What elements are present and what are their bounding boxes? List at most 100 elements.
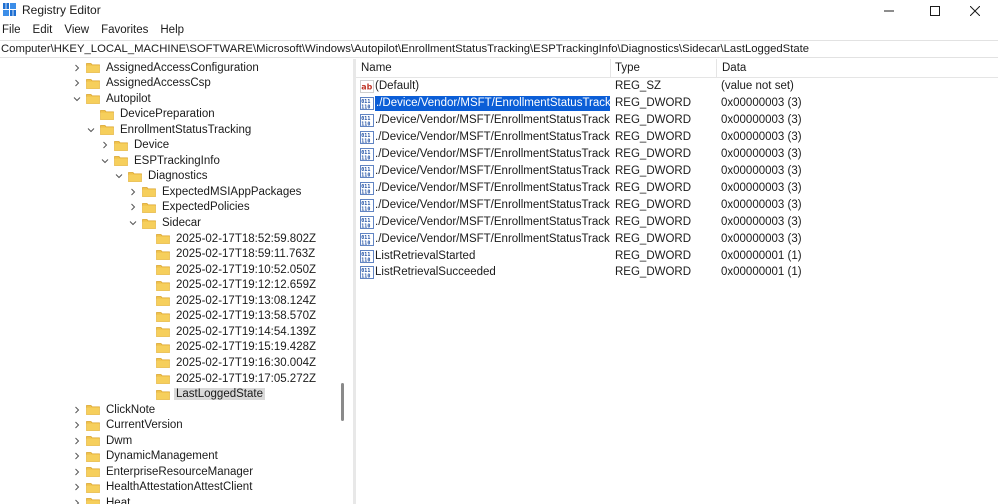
address-bar[interactable]: Computer\HKEY_LOCAL_MACHINE\SOFTWARE\Mic… bbox=[0, 40, 998, 58]
chevron-right-icon[interactable] bbox=[72, 467, 82, 477]
binary-value-icon: 011 110 bbox=[360, 198, 374, 212]
tree-node[interactable]: AssignedAccessConfiguration bbox=[72, 60, 261, 75]
value-type: REG_DWORD bbox=[615, 181, 692, 194]
tree-node[interactable]: 2025-02-17T19:17:05.272Z bbox=[142, 371, 318, 386]
chevron-right-icon[interactable] bbox=[72, 482, 82, 492]
tree-node[interactable]: 2025-02-17T19:15:19.428Z bbox=[142, 340, 318, 355]
folder-icon bbox=[86, 404, 100, 415]
value-row[interactable]: ab (Default) REG_SZ (value not set) bbox=[356, 78, 998, 95]
tree-node[interactable]: CurrentVersion bbox=[72, 418, 185, 433]
tree-node[interactable]: ESPTrackingInfo bbox=[100, 153, 222, 168]
menu-edit[interactable]: Edit bbox=[31, 22, 53, 40]
address-path[interactable]: Computer\HKEY_LOCAL_MACHINE\SOFTWARE\Mic… bbox=[1, 43, 809, 55]
chevron-right-icon[interactable] bbox=[72, 451, 82, 461]
value-type: REG_DWORD bbox=[615, 130, 692, 143]
tree-node[interactable]: HealthAttestationAttestClient bbox=[72, 480, 254, 495]
column-header-data[interactable]: Data bbox=[722, 62, 746, 74]
tree-node[interactable]: 2025-02-17T18:52:59.802Z bbox=[142, 231, 318, 246]
chevron-down-icon[interactable] bbox=[72, 94, 82, 104]
value-name: ./Device/Vendor/MSFT/EnrollmentStatusTra… bbox=[375, 113, 610, 126]
chevron-right-icon[interactable] bbox=[72, 436, 82, 446]
menu-view[interactable]: View bbox=[62, 22, 89, 40]
chevron-right-icon[interactable] bbox=[72, 405, 82, 415]
tree-node-label: AssignedAccessConfiguration bbox=[106, 61, 259, 74]
tree-node-label: 2025-02-17T18:52:59.802Z bbox=[176, 232, 317, 245]
value-row[interactable]: 011 110 ListRetrievalStarted REG_DWORD 0x000… bbox=[356, 248, 998, 265]
tree-node[interactable]: ClickNote bbox=[72, 402, 157, 417]
value-row[interactable]: 011 110 ./Device/Vendor/MSFT/EnrollmentSta… bbox=[356, 180, 998, 197]
tree-scrollbar-thumb[interactable] bbox=[341, 383, 344, 421]
tree-node-label: ClickNote bbox=[106, 403, 156, 416]
tree-node[interactable]: ExpectedMSIAppPackages bbox=[128, 184, 303, 199]
minimize-button[interactable] bbox=[866, 0, 912, 22]
tree-node-label: 2025-02-17T19:14:54.139Z bbox=[176, 325, 317, 338]
menu-help[interactable]: Help bbox=[158, 22, 184, 40]
value-row[interactable]: 011 110 ./Device/Vendor/MSFT/EnrollmentSta… bbox=[356, 129, 998, 146]
value-data: 0x00000003 (3) bbox=[721, 113, 802, 126]
chevron-down-icon[interactable] bbox=[128, 218, 138, 228]
value-data: 0x00000003 (3) bbox=[721, 96, 802, 109]
svg-text:110: 110 bbox=[361, 172, 370, 178]
tree-node[interactable]: ExpectedPolicies bbox=[128, 200, 252, 215]
tree-node[interactable]: LastLoggedState bbox=[142, 387, 265, 402]
chevron-right-icon[interactable] bbox=[128, 202, 138, 212]
tree-node[interactable]: Diagnostics bbox=[114, 169, 209, 184]
chevron-right-icon[interactable] bbox=[72, 498, 82, 504]
menu-favorites[interactable]: Favorites bbox=[99, 22, 148, 40]
values-list[interactable]: Name Type Data ab (Default) REG_SZ (value n… bbox=[356, 59, 998, 504]
chevron-right-icon[interactable] bbox=[72, 420, 82, 430]
menu-file[interactable]: File bbox=[0, 22, 21, 40]
chevron-right-icon[interactable] bbox=[72, 63, 82, 73]
tree-node[interactable]: 2025-02-17T19:14:54.139Z bbox=[142, 324, 318, 339]
tree-node[interactable]: Dwm bbox=[72, 433, 134, 448]
folder-icon bbox=[86, 78, 100, 89]
value-row[interactable]: 011 110 ./Device/Vendor/MSFT/EnrollmentSta… bbox=[356, 163, 998, 180]
value-row[interactable]: 011 110 ./Device/Vendor/MSFT/EnrollmentSta… bbox=[356, 214, 998, 231]
column-header-type[interactable]: Type bbox=[615, 62, 640, 74]
binary-value-icon: 011 110 bbox=[360, 113, 374, 127]
value-row[interactable]: 011 110 ./Device/Vendor/MSFT/EnrollmentSta… bbox=[356, 95, 998, 112]
tree-node[interactable]: Sidecar bbox=[128, 216, 203, 231]
folder-icon bbox=[86, 93, 100, 104]
tree-node[interactable]: 2025-02-17T19:13:08.124Z bbox=[142, 293, 318, 308]
tree-node[interactable]: Device bbox=[100, 138, 171, 153]
column-divider[interactable] bbox=[610, 59, 611, 78]
tree-node[interactable]: DevicePreparation bbox=[86, 107, 217, 122]
tree-node-label: 2025-02-17T19:13:58.570Z bbox=[176, 310, 317, 323]
value-row[interactable]: 011 110 ListRetrievalSucceeded REG_DWORD 0x0… bbox=[356, 264, 998, 281]
chevron-down-icon[interactable] bbox=[100, 156, 110, 166]
column-divider[interactable] bbox=[716, 59, 717, 78]
chevron-down-icon[interactable] bbox=[86, 125, 96, 135]
tree-node[interactable]: 2025-02-17T18:59:11.763Z bbox=[142, 247, 317, 262]
tree-node-label: DynamicManagement bbox=[106, 450, 218, 463]
tree-node[interactable]: 2025-02-17T19:16:30.004Z bbox=[142, 355, 318, 370]
chevron-right-icon[interactable] bbox=[100, 140, 110, 150]
tree-node[interactable]: 2025-02-17T19:12:12.659Z bbox=[142, 278, 318, 293]
column-header-name[interactable]: Name bbox=[361, 62, 392, 74]
tree-node-label: 2025-02-17T19:15:19.428Z bbox=[176, 341, 317, 354]
close-button[interactable] bbox=[952, 0, 998, 22]
value-type: REG_DWORD bbox=[615, 232, 692, 245]
tree-node[interactable]: 2025-02-17T19:13:58.570Z bbox=[142, 309, 318, 324]
chevron-right-icon[interactable] bbox=[128, 187, 138, 197]
chevron-down-icon[interactable] bbox=[114, 171, 124, 181]
value-data: (value not set) bbox=[721, 80, 794, 92]
tree-node[interactable]: AssignedAccessCsp bbox=[72, 76, 213, 91]
tree-node[interactable]: EnterpriseResourceManager bbox=[72, 464, 255, 479]
value-row[interactable]: 011 110 ./Device/Vendor/MSFT/EnrollmentSta… bbox=[356, 231, 998, 248]
tree-node[interactable]: Heat bbox=[72, 495, 132, 504]
binary-value-icon: 011 110 bbox=[360, 164, 374, 178]
folder-icon bbox=[100, 124, 114, 136]
tree-node[interactable]: DynamicManagement bbox=[72, 449, 220, 464]
value-row[interactable]: 011 110 ./Device/Vendor/MSFT/EnrollmentSta… bbox=[356, 197, 998, 214]
tree-node[interactable]: Autopilot bbox=[72, 91, 153, 106]
binary-value-icon: 011 110 bbox=[360, 249, 374, 263]
tree-node[interactable]: EnrollmentStatusTracking bbox=[86, 122, 253, 137]
value-data: 0x00000001 (1) bbox=[721, 249, 802, 262]
chevron-right-icon[interactable] bbox=[72, 78, 82, 88]
tree-node[interactable]: 2025-02-17T19:10:52.050Z bbox=[142, 262, 318, 277]
value-row[interactable]: 011 110 ./Device/Vendor/MSFT/EnrollmentSta… bbox=[356, 112, 998, 129]
key-tree[interactable]: AssignedAccessConfiguration AssignedAcces… bbox=[0, 59, 353, 504]
value-row[interactable]: 011 110 ./Device/Vendor/MSFT/EnrollmentSta… bbox=[356, 146, 998, 163]
